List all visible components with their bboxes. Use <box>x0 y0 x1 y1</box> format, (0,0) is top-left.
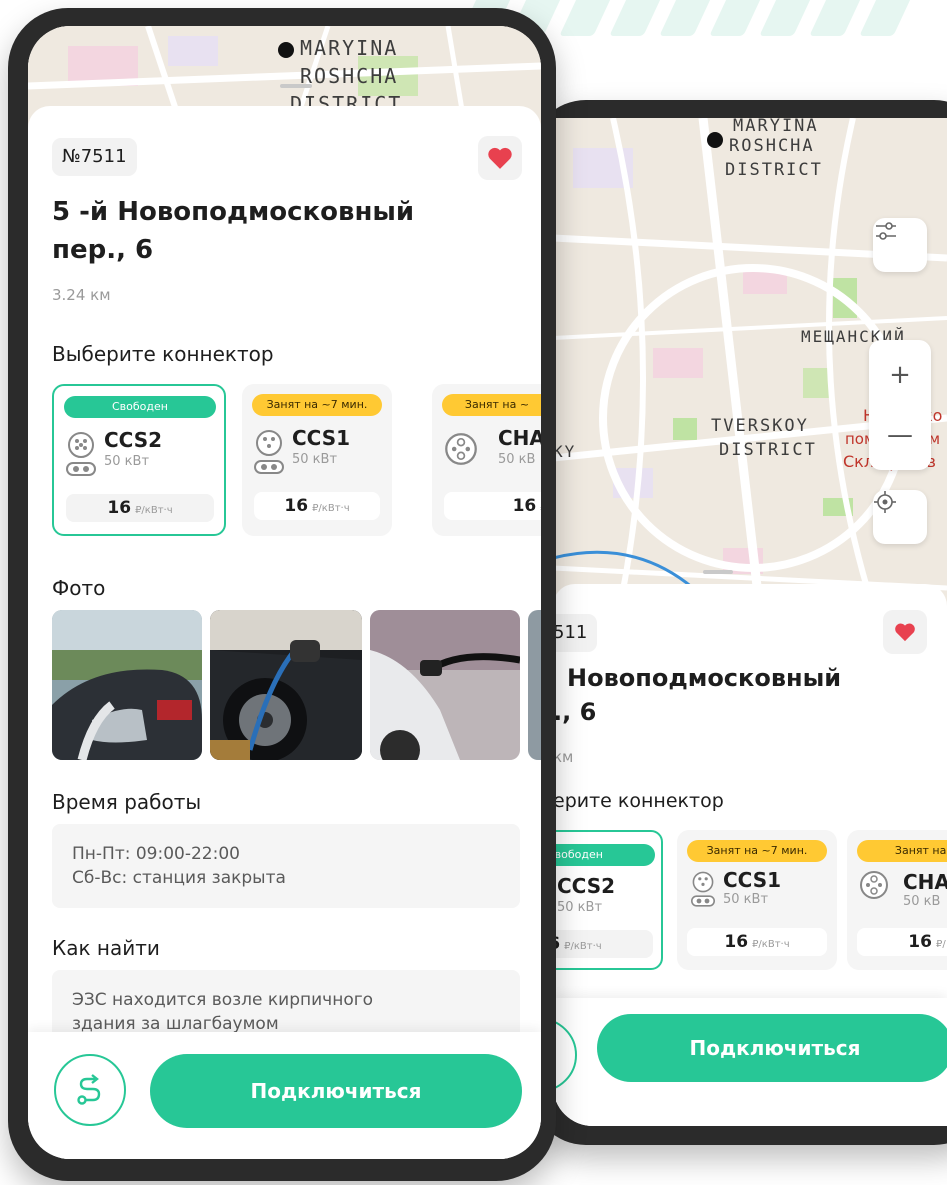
station-photo-image <box>370 610 520 760</box>
filter-button[interactable] <box>873 218 927 272</box>
sheet-handle[interactable] <box>280 84 312 88</box>
map-view[interactable]: MARYINA ROSHCHA DISTRICT МЕЩАНСКИЙ TVERS… <box>553 118 947 638</box>
ccs1-icon <box>692 871 714 893</box>
status-badge: Занят на ~7 мин. <box>687 840 827 862</box>
section-find: Как найти <box>52 936 160 960</box>
section-connector: ерите коннектор <box>553 790 724 812</box>
connector-price: 16₽/ <box>857 928 947 956</box>
station-distance: 3.24 км <box>52 286 111 304</box>
status-badge: Свободен <box>64 396 216 418</box>
connector-price: 16 ₽/кВт·ч <box>66 494 214 522</box>
ccs1-icon <box>256 430 282 456</box>
section-hours: Время работы <box>52 790 202 814</box>
station-sheet: №7511 5 -й Новоподмосковный пер., 6 3.24… <box>28 84 541 1159</box>
status-badge: Занят на ~ <box>857 840 947 862</box>
connector-price: 16 ₽/кВт·ч <box>254 492 380 520</box>
connector-power: 50 кВт <box>104 454 150 469</box>
heart-icon <box>895 623 915 642</box>
connector-name: CCS1 <box>723 868 782 892</box>
connector-name: CHA <box>903 870 947 894</box>
station-photo[interactable] <box>528 610 541 760</box>
connector-name: CCS1 <box>292 426 351 450</box>
map-district-label: ROSHCHA <box>729 136 815 156</box>
route-icon <box>77 1074 101 1105</box>
connector-name: CHA <box>498 426 541 450</box>
dc-pins-icon <box>254 460 284 474</box>
station-photo-image <box>210 610 362 760</box>
connector-price: 16₽/ <box>444 492 541 520</box>
connector-price: 16 ₽/кВт·ч <box>687 928 827 956</box>
sheet-handle[interactable] <box>703 570 733 574</box>
connect-button[interactable]: Подключиться <box>597 1014 947 1082</box>
status-badge: Занят на ~ <box>442 394 541 416</box>
bottom-bar-back: Подключиться <box>553 998 947 1126</box>
station-photo-image <box>52 610 202 760</box>
zoom-control: + — <box>869 340 931 470</box>
map-pin[interactable] <box>707 132 723 148</box>
dc-pins-icon <box>691 895 715 907</box>
map-district-label: DISTRICT <box>719 440 817 460</box>
map-district-label: MARYINA <box>733 118 819 136</box>
bottom-bar: Подключиться <box>28 1032 541 1159</box>
connector-name: CCS2 <box>104 428 163 452</box>
connector-power: 50 кВт <box>292 452 338 467</box>
connector-power: 50 кВ <box>498 452 536 467</box>
connector-power: 50 кВ <box>903 894 941 909</box>
connector-power: 50 кВт <box>557 900 603 915</box>
connect-button[interactable]: Подключиться <box>150 1054 522 1128</box>
chademo-icon <box>445 433 477 465</box>
connector-card[interactable]: Занят на ~ CHA 50 кВ 16₽/ <box>432 384 541 536</box>
zoom-in-button[interactable]: + <box>869 345 931 405</box>
favorite-button[interactable] <box>478 136 522 180</box>
filter-icon <box>876 222 896 240</box>
hours-weekdays: Пн-Пт: 09:00-22:00 <box>72 844 240 864</box>
section-connector: Выберите коннектор <box>52 342 274 366</box>
station-title: ., 6 <box>553 698 597 726</box>
section-photo: Фото <box>52 576 106 600</box>
connector-price: 6 ₽/кВт·ч <box>553 930 653 958</box>
station-number: 511 <box>553 614 598 652</box>
map-street-label: KY <box>553 442 577 461</box>
route-button[interactable] <box>54 1054 126 1126</box>
station-title: Новоподмосковный <box>567 664 842 692</box>
connector-power: 50 кВт <box>723 892 769 907</box>
connector-card[interactable]: Занят на ~ CHA 50 кВ 16₽/ <box>847 830 947 970</box>
map-pin[interactable] <box>278 42 294 58</box>
locate-button[interactable] <box>873 490 927 544</box>
chademo-icon <box>860 871 888 899</box>
find-text: ЭЗС находится возле кирпичного <box>72 990 374 1010</box>
ccs2-icon <box>68 432 94 458</box>
working-hours: Пн-Пт: 09:00-22:00 Сб-Вс: станция закрыт… <box>52 824 520 908</box>
connector-card[interactable]: Свободен CCS2 50 кВт 6₽/кВт·ч <box>553 830 663 970</box>
status-badge: Свободен <box>553 844 655 866</box>
station-number: №7511 <box>52 138 137 176</box>
station-photo[interactable] <box>370 610 520 760</box>
zoom-out-button[interactable]: — <box>869 405 931 465</box>
dc-pins-icon <box>66 462 96 476</box>
map-district-label: DISTRICT <box>725 160 823 180</box>
hours-weekend: Сб-Вс: станция закрыта <box>72 868 286 888</box>
map-district-label: TVERSKOY <box>711 416 809 436</box>
phone-front-screen: MARYINA ROSHCHA DISTRICT №7511 5 -й Ново… <box>28 26 541 1159</box>
station-title: 5 -й Новоподмосковный <box>52 197 415 227</box>
station-photo[interactable] <box>52 610 202 760</box>
connector-card[interactable]: Свободен CCS2 50 кВт 16 ₽/кВт·ч <box>52 384 226 536</box>
connector-card[interactable]: Занят на ~7 мин. CCS1 50 кВт 16 ₽/кВт·ч <box>677 830 837 970</box>
connector-card[interactable]: Занят на ~7 мин. CCS1 50 кВт 16 ₽/кВт·ч <box>242 384 392 536</box>
map-district-label: ROSHCHA <box>300 64 399 88</box>
station-distance: км <box>553 748 574 766</box>
crosshair-icon <box>874 491 896 513</box>
phone-back-screen: MARYINA ROSHCHA DISTRICT МЕЩАНСКИЙ TVERS… <box>553 118 947 1126</box>
station-title: пер., 6 <box>52 235 154 265</box>
status-badge: Занят на ~7 мин. <box>252 394 382 416</box>
map-district-label: MARYINA <box>300 36 399 60</box>
favorite-button[interactable] <box>883 610 927 654</box>
connector-name: CCS2 <box>557 874 616 898</box>
heart-icon <box>488 147 512 169</box>
route-button[interactable] <box>553 1018 577 1092</box>
station-photo[interactable] <box>210 610 362 760</box>
